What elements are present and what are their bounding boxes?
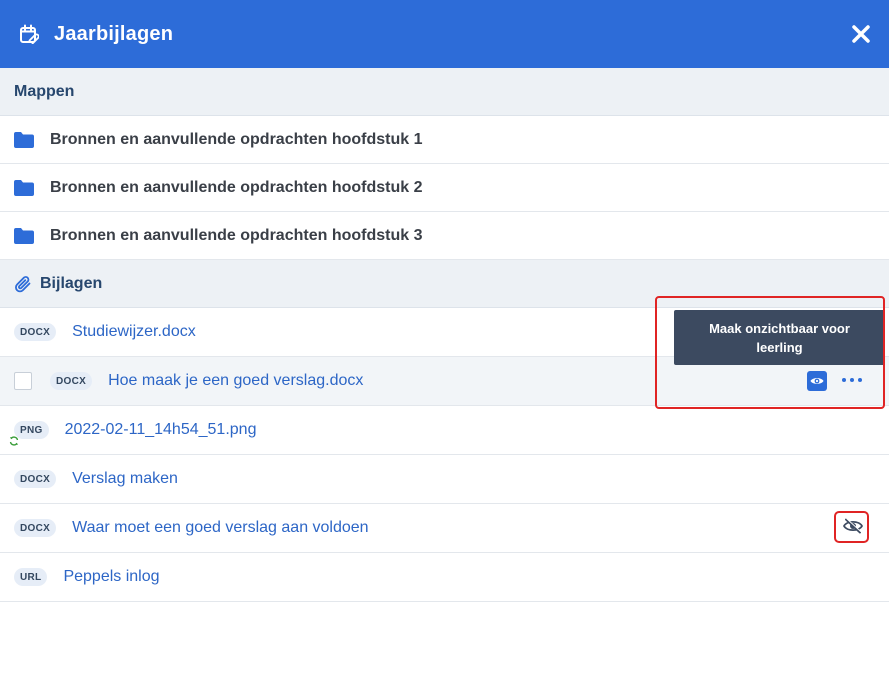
attachment-row[interactable]: URL Peppels inlog bbox=[0, 553, 889, 602]
attachment-row[interactable]: PNG 2022-02-11_14h54_51.png bbox=[0, 406, 889, 455]
dialog-title: Jaarbijlagen bbox=[54, 22, 174, 45]
folder-icon bbox=[14, 131, 36, 149]
folder-label: Bronnen en aanvullende opdrachten hoofds… bbox=[50, 226, 423, 244]
attachment-link[interactable]: Peppels inlog bbox=[63, 568, 159, 586]
folder-row[interactable]: Bronnen en aanvullende opdrachten hoofds… bbox=[0, 212, 889, 260]
folder-icon bbox=[14, 179, 36, 197]
file-type-badge: URL bbox=[14, 568, 48, 586]
file-type-badge: PNG bbox=[14, 421, 49, 439]
file-type-badge: DOCX bbox=[14, 519, 57, 537]
eye-slash-icon bbox=[843, 518, 863, 534]
file-type-badge: DOCX bbox=[50, 372, 93, 390]
attachments-section-header: Bijlagen bbox=[0, 260, 889, 308]
visibility-tooltip: Maak onzichtbaar voor leerling bbox=[674, 310, 885, 365]
folder-row[interactable]: Bronnen en aanvullende opdrachten hoofds… bbox=[0, 164, 889, 212]
attachment-row[interactable]: DOCX Verslag maken bbox=[0, 455, 889, 504]
close-button[interactable] bbox=[847, 20, 875, 48]
attachment-link[interactable]: 2022-02-11_14h54_51.png bbox=[65, 421, 257, 439]
attachment-link[interactable]: Verslag maken bbox=[72, 470, 178, 488]
folder-icon bbox=[14, 227, 36, 245]
attachment-row[interactable]: DOCX Waar moet een goed verslag aan vold… bbox=[0, 504, 889, 553]
dialog-header: Jaarbijlagen bbox=[0, 0, 889, 68]
folder-label: Bronnen en aanvullende opdrachten hoofds… bbox=[50, 178, 423, 196]
toggle-visibility-button[interactable] bbox=[807, 371, 827, 391]
select-checkbox[interactable] bbox=[14, 372, 32, 390]
attachment-link[interactable]: Studiewijzer.docx bbox=[72, 323, 196, 341]
close-icon bbox=[852, 25, 870, 43]
eye-icon bbox=[810, 378, 824, 384]
calendar-clip-icon bbox=[18, 23, 40, 45]
more-options-button[interactable] bbox=[837, 370, 867, 390]
paperclip-icon bbox=[14, 275, 32, 293]
attachments-section-label: Bijlagen bbox=[40, 274, 103, 292]
folder-label: Bronnen en aanvullende opdrachten hoofds… bbox=[50, 130, 423, 148]
sync-icon bbox=[9, 433, 19, 446]
file-type-badge: DOCX bbox=[14, 323, 57, 341]
attachment-link[interactable]: Waar moet een goed verslag aan voldoen bbox=[72, 519, 368, 537]
file-type-badge: DOCX bbox=[14, 470, 57, 488]
hidden-visibility-button[interactable] bbox=[839, 514, 867, 538]
more-icon bbox=[840, 378, 864, 382]
attachment-link[interactable]: Hoe maak je een goed verslag.docx bbox=[108, 372, 363, 390]
folder-row[interactable]: Bronnen en aanvullende opdrachten hoofds… bbox=[0, 116, 889, 164]
dialog: Jaarbijlagen Mappen Bronnen en aanvullen… bbox=[0, 0, 889, 698]
folders-section-label: Mappen bbox=[14, 82, 75, 100]
folders-section-header: Mappen bbox=[0, 68, 889, 116]
